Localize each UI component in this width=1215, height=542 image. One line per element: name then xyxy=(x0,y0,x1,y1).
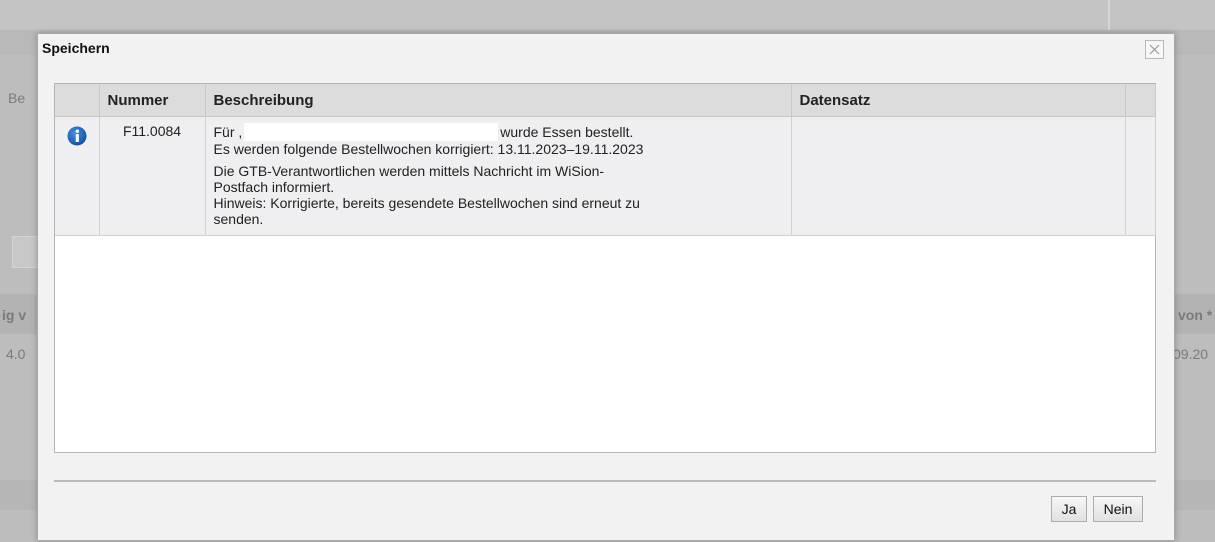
row-datensatz xyxy=(791,116,1126,236)
background-header xyxy=(0,0,1215,30)
row-beschreibung: Für , wurde Essen bestellt. Es werden fol… xyxy=(205,116,792,236)
description-line: Die GTB-Verantwortlichen werden mittels … xyxy=(213,163,605,179)
column-header-extra xyxy=(1125,84,1156,117)
column-header-nummer: Nummer xyxy=(99,84,206,117)
column-header-icon xyxy=(55,84,100,117)
close-button[interactable] xyxy=(1145,40,1164,59)
save-dialog: Speichern Nummer Beschreibung Datensatz … xyxy=(37,33,1175,541)
message-table: Nummer Beschreibung Datensatz F11.0084 F… xyxy=(55,84,1156,236)
background-text: Be xyxy=(8,90,26,106)
dialog-separator xyxy=(54,480,1156,482)
description-line: Hinweis: Korrigierte, bereits gesendete … xyxy=(213,195,640,211)
background-divider xyxy=(1108,0,1110,30)
description-line: Postfach informiert. xyxy=(213,179,335,195)
background-text: 4.0 xyxy=(6,346,26,362)
close-icon xyxy=(1149,44,1160,55)
background-text: 09.20 xyxy=(1173,346,1209,362)
column-header-beschreibung: Beschreibung xyxy=(205,84,792,117)
description-correction: Es werden folgende Bestellwochen korrigi… xyxy=(213,141,644,157)
message-panel: Nummer Beschreibung Datensatz F11.0084 F… xyxy=(54,83,1156,453)
info-icon xyxy=(67,126,87,146)
redacted-name xyxy=(244,123,499,141)
description-line: senden. xyxy=(213,211,264,227)
row-nummer: F11.0084 xyxy=(99,116,206,236)
table-row[interactable]: F11.0084 Für , wurde Essen bestellt. Es w… xyxy=(55,116,1156,236)
row-extra xyxy=(1125,116,1156,236)
column-header-datensatz: Datensatz xyxy=(791,84,1126,117)
no-button[interactable]: Nein xyxy=(1093,496,1143,522)
dialog-title-bar: Speichern xyxy=(38,34,1174,64)
description-suffix: wurde Essen bestellt. xyxy=(500,124,634,140)
table-header-row: Nummer Beschreibung Datensatz xyxy=(55,84,1156,117)
background-text: von * xyxy=(1178,307,1213,323)
description-paragraph: Für , wurde Essen bestellt. Es werden fol… xyxy=(214,123,783,157)
row-icon-cell xyxy=(55,116,100,236)
description-prefix: Für , xyxy=(213,124,243,140)
background-text: ig v xyxy=(2,307,27,323)
dialog-title: Speichern xyxy=(42,40,110,56)
yes-button[interactable]: Ja xyxy=(1051,496,1087,522)
description-paragraph: Die GTB-Verantwortlichen werden mittels … xyxy=(214,163,783,227)
